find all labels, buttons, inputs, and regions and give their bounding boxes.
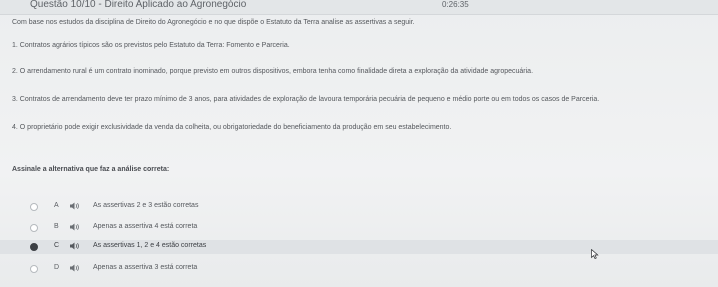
radio-button[interactable] [30, 224, 38, 232]
assertion-item: 1. Contratos agrários típicos são os pre… [12, 42, 290, 49]
answer-option-d[interactable]: D Apenas a assertiva 3 está correta [0, 262, 718, 276]
mouse-pointer-icon [591, 249, 599, 259]
radio-button[interactable] [30, 265, 38, 273]
assertion-item: 4. O proprietário pode exigir exclusivid… [12, 124, 452, 131]
option-letter: C [54, 242, 60, 249]
assertion-item: 2. O arrendamento rural é um contrato in… [12, 68, 534, 75]
question-title: Questão 10/10 - Direito Aplicado ao Agro… [30, 0, 247, 10]
question-prompt: Assinale a alternativa que faz a análise… [12, 166, 170, 173]
answer-option-a[interactable]: A As assertivas 2 e 3 estão corretas [0, 200, 718, 214]
exam-timer: 0:26:35 [442, 0, 469, 9]
speaker-icon[interactable] [70, 264, 80, 272]
question-statement: Com base nos estudos da disciplina de Di… [12, 19, 415, 26]
exam-page: Questão 10/10 - Direito Aplicado ao Agro… [0, 0, 718, 287]
option-letter: D [54, 264, 60, 271]
answer-option-c[interactable]: C As assertivas 1, 2 e 4 estão corretas [0, 240, 718, 254]
speaker-icon[interactable] [70, 202, 80, 210]
radio-button[interactable] [30, 203, 38, 211]
speaker-icon[interactable] [70, 242, 80, 250]
assertion-item: 3. Contratos de arrendamento deve ter pr… [12, 96, 600, 103]
option-letter: A [54, 202, 59, 209]
answer-option-b[interactable]: B Apenas a assertiva 4 está correta [0, 221, 718, 235]
speaker-icon[interactable] [70, 223, 80, 231]
option-text: Apenas a assertiva 4 está correta [93, 223, 198, 230]
radio-button-selected[interactable] [30, 243, 38, 251]
option-text: As assertivas 2 e 3 estão corretas [93, 202, 199, 209]
option-text: As assertivas 1, 2 e 4 estão corretas [93, 242, 207, 249]
option-text: Apenas a assertiva 3 está correta [93, 264, 198, 271]
option-letter: B [54, 223, 59, 230]
question-header: Questão 10/10 - Direito Aplicado ao Agro… [0, 0, 718, 15]
